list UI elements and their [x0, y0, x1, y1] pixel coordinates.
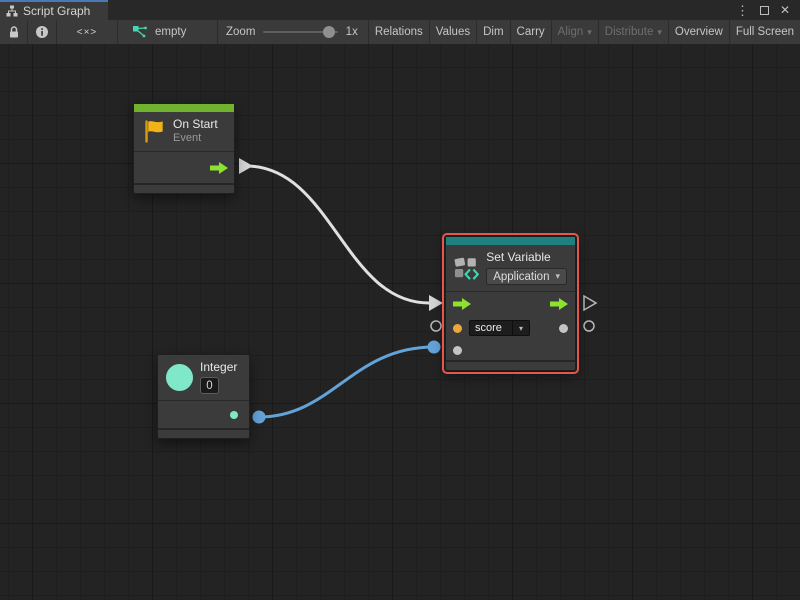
flag-icon — [142, 118, 166, 145]
variable-name-dropdown[interactable]: score ▾ — [469, 320, 530, 336]
zoom-slider-handle[interactable] — [323, 26, 335, 38]
caret-down-icon: ▾ — [657, 27, 662, 38]
flow-output-arrow-icon[interactable] — [210, 162, 228, 174]
flow-output-arrow-icon[interactable] — [550, 298, 568, 310]
node-set-variable[interactable]: Set Variable Application ▾ score ▾ — [445, 236, 576, 371]
titlebar-spacer — [108, 0, 736, 20]
node-title: Set Variable — [486, 250, 567, 265]
variable-name-port[interactable] — [453, 324, 462, 333]
values-button[interactable]: Values — [430, 20, 477, 44]
maximize-icon[interactable] — [760, 6, 769, 15]
node-footer — [158, 428, 249, 438]
selection-label: empty — [155, 26, 186, 38]
tab-label: Script Graph — [23, 4, 90, 18]
distribute-button[interactable]: Distribute▾ — [599, 20, 669, 44]
window-controls: ⋮ ✕ — [736, 0, 800, 20]
caret-down-icon: ▾ — [587, 27, 592, 38]
value-input-port[interactable] — [453, 346, 462, 355]
code-toggle-button[interactable]: <×> — [57, 20, 118, 44]
selection-indicator: empty — [118, 20, 218, 44]
caret-down-icon: ▾ — [555, 271, 560, 282]
info-button[interactable] — [28, 20, 57, 44]
overview-button[interactable]: Overview — [669, 20, 730, 44]
graph-hierarchy-icon — [6, 5, 18, 17]
integer-output-port[interactable] — [230, 411, 238, 419]
tab-script-graph[interactable]: Script Graph — [0, 0, 108, 20]
window-menu-icon[interactable]: ⋮ — [736, 4, 749, 17]
variables-icon — [454, 255, 479, 281]
lock-icon — [8, 25, 20, 39]
lock-button[interactable] — [0, 20, 28, 44]
dim-button[interactable]: Dim — [477, 20, 510, 44]
zoom-control: Zoom 1x — [218, 20, 369, 44]
zoom-slider[interactable] — [263, 31, 337, 33]
graph-toolbar: <×> empty Zoom 1x Relations Values Dim C… — [0, 20, 800, 45]
graph-canvas[interactable] — [0, 45, 800, 600]
close-icon[interactable]: ✕ — [780, 4, 790, 16]
relations-button[interactable]: Relations — [369, 20, 430, 44]
value-output-port[interactable] — [559, 324, 568, 333]
variable-color-bar — [446, 237, 575, 245]
node-subtitle: Event — [173, 132, 218, 145]
integer-value-field[interactable]: 0 — [200, 377, 219, 394]
code-toggle-icon: <×> — [77, 27, 98, 38]
node-integer[interactable]: Integer 0 — [157, 354, 250, 439]
event-color-bar — [134, 104, 234, 112]
node-footer — [134, 183, 234, 193]
node-title: On Start — [173, 117, 218, 132]
zoom-value: 1x — [346, 26, 358, 38]
title-bar: Script Graph ⋮ ✕ — [0, 0, 800, 20]
node-title: Integer — [200, 360, 237, 375]
align-button[interactable]: Align▾ — [552, 20, 599, 44]
integer-type-icon — [166, 364, 193, 391]
variable-scope-dropdown[interactable]: Application ▾ — [486, 268, 567, 285]
node-footer — [446, 360, 575, 370]
info-icon — [35, 25, 49, 39]
node-on-start[interactable]: On Start Event — [133, 103, 235, 194]
dropdown-arrow-icon: ▾ — [512, 321, 529, 335]
carry-button[interactable]: Carry — [511, 20, 552, 44]
flow-input-arrow-icon[interactable] — [453, 298, 471, 310]
full-screen-button[interactable]: Full Screen — [730, 20, 800, 44]
selection-graph-icon — [133, 26, 148, 38]
zoom-label: Zoom — [226, 26, 255, 38]
